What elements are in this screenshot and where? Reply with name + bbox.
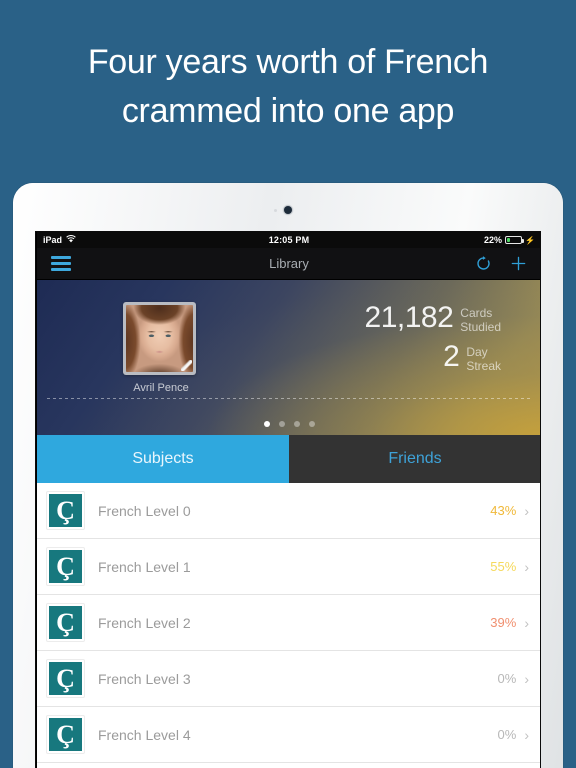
chevron-right-icon: › (524, 670, 529, 687)
subject-progress-percent: 39% (490, 615, 517, 630)
day-streak-label-line1: Day (466, 345, 488, 359)
cards-studied-label-line2: Studied (460, 320, 501, 334)
device-screen: iPad 12:05 PM 22% ⚡ Library Avril Pence … (35, 231, 541, 768)
page-dot[interactable] (308, 421, 315, 427)
page-dot[interactable] (293, 421, 300, 427)
chevron-right-icon: › (524, 726, 529, 743)
list-item[interactable]: Ç French Level 4 0% › (37, 707, 540, 763)
lightning-bolt-icon: ⚡ (525, 235, 535, 245)
page-dots-indicator[interactable] (37, 421, 540, 427)
page-dot[interactable] (278, 421, 285, 427)
subject-icon: Ç (47, 660, 84, 697)
list-item[interactable]: Ç French Level 3 0% › (37, 651, 540, 707)
headline-line-2: crammed into one app (121, 92, 455, 130)
day-streak-label-line2: Streak (466, 359, 501, 373)
tab-subjects[interactable]: Subjects (37, 435, 289, 483)
subject-icon: Ç (47, 716, 84, 753)
profile-hero-header: Avril Pence 21,182 Cards Studied 2 Day S… (37, 280, 540, 435)
headline-line-1: Four years worth of French (87, 43, 489, 81)
subjects-list: Ç French Level 0 43% › Ç French Level 1 … (37, 483, 540, 763)
subject-icon: Ç (47, 492, 84, 529)
day-streak-label: Day Streak (466, 343, 501, 373)
subject-label: French Level 2 (98, 614, 191, 631)
subject-progress-percent: 55% (490, 559, 517, 574)
page-dot[interactable] (263, 421, 270, 427)
subject-progress-percent: 0% (497, 727, 517, 742)
ipad-device-frame: iPad 12:05 PM 22% ⚡ Library Avril Pence … (13, 183, 563, 768)
subject-icon: Ç (47, 548, 84, 585)
status-bar-clock: 12:05 PM (268, 235, 310, 245)
list-item[interactable]: Ç French Level 0 43% › (37, 483, 540, 539)
stat-cards-studied: 21,182 Cards Studied (364, 301, 501, 335)
chevron-right-icon: › (524, 614, 529, 631)
tab-friends[interactable]: Friends (289, 435, 540, 483)
front-camera-icon (284, 206, 292, 214)
subject-progress-percent: 43% (490, 503, 517, 518)
stat-day-streak: 2 Day Streak (365, 340, 501, 374)
battery-icon (505, 236, 525, 244)
hero-divider (47, 398, 531, 399)
subject-progress-percent: 0% (497, 671, 517, 686)
refresh-icon[interactable] (475, 255, 492, 272)
app-nav-bar: Library (37, 248, 540, 280)
battery-percent-label: 22% (484, 235, 503, 245)
list-item[interactable]: Ç French Level 2 39% › (37, 595, 540, 651)
day-streak-value: 2 (443, 340, 460, 373)
subject-label: French Level 0 (98, 502, 191, 519)
subject-label: French Level 3 (98, 670, 191, 687)
cards-studied-label: Cards Studied (460, 304, 501, 334)
chevron-right-icon: › (524, 558, 529, 575)
ios-status-bar: iPad 12:05 PM 22% ⚡ (37, 232, 540, 248)
ambient-light-sensor-icon (274, 209, 277, 212)
list-item[interactable]: Ç French Level 1 55% › (37, 539, 540, 595)
user-name-label: Avril Pence (133, 382, 189, 394)
chevron-right-icon: › (524, 502, 529, 519)
plus-icon[interactable] (510, 255, 527, 272)
subject-icon: Ç (47, 604, 84, 641)
page-headline: Four years worth of French crammed into … (0, 38, 576, 136)
subject-label: French Level 4 (98, 726, 191, 743)
pencil-edit-icon[interactable] (181, 360, 192, 371)
segment-tabs: Subjects Friends (37, 435, 540, 483)
page-title: Library (269, 256, 309, 271)
subject-label: French Level 1 (98, 558, 191, 575)
cards-studied-label-line1: Cards (460, 306, 493, 320)
cards-studied-value: 21,182 (364, 301, 454, 334)
stats-block: 21,182 Cards Studied 2 Day Streak (364, 301, 501, 382)
avatar[interactable] (123, 302, 196, 375)
